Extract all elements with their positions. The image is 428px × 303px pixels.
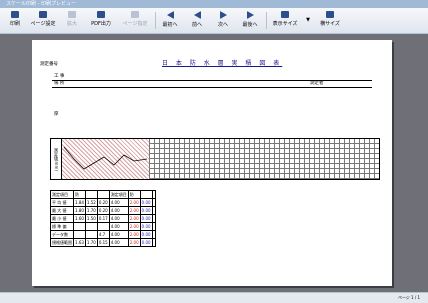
display-size-icon [281, 11, 289, 18]
first-page-button[interactable]: 最初へ [158, 9, 182, 32]
page-specify-button[interactable]: ページ指定 [118, 9, 152, 32]
window-title: スケール印刷 - 印刷プレビュー [0, 0, 428, 8]
printer-icon [11, 11, 19, 18]
display-size-button[interactable]: 表示サイズ [270, 9, 300, 32]
table-row: 規格値範囲 1.63 1.70 0.15 4.00 2.00 0.00 [50, 238, 156, 247]
thickness-label: 厚 [54, 112, 59, 117]
prev-page-label: 前へ [191, 22, 202, 28]
left-code: 測定番号 [40, 62, 58, 67]
pdf-output-label: PDF出力 [91, 21, 111, 27]
measurement-line [63, 146, 148, 170]
prev-page-button[interactable]: 前へ [186, 9, 208, 32]
toolbar-separator [155, 12, 156, 29]
zoom-icon [68, 11, 76, 18]
preview-area[interactable]: 測定番号 日 本 防 水 層 実 積 図 表 工 事 場 所 測定者 厚 測定値… [0, 34, 428, 292]
last-page-button[interactable]: 最後へ [238, 9, 262, 32]
width-size-icon [326, 11, 334, 18]
chevron-down-icon: ▼ [306, 17, 310, 23]
location-label: 場 所 [54, 81, 65, 86]
table-header: 防 [127, 190, 141, 199]
document-title: 日 本 防 水 層 実 積 図 表 [162, 60, 283, 67]
first-page-icon [166, 11, 174, 19]
prev-page-icon [193, 11, 201, 19]
width-size-label: 横サイズ [320, 21, 340, 27]
width-size-button[interactable]: 横サイズ [316, 9, 344, 32]
toolbar: 印刷 ページ設定 拡大 PDF出力 ページ指定 最初へ 前へ 次へ 最後へ 表示… [0, 8, 428, 34]
header-rule [52, 87, 372, 88]
thickness-legend: 厚 [50, 110, 150, 138]
table-row: データ数 4.7 4.00 2.00 0.00 [50, 230, 156, 239]
header-rule [52, 80, 372, 81]
next-page-button[interactable]: 次へ [212, 9, 234, 32]
page-specify-label: ページ指定 [122, 21, 148, 27]
first-page-label: 最初へ [162, 22, 178, 28]
table-row: 平 均 値 1.84 1.52 0.20 4.00 2.00 0.00 [50, 198, 156, 207]
print-label: 印刷 [9, 21, 20, 27]
table-header: 測定項目 [108, 190, 129, 199]
print-preview-window: スケール印刷 - 印刷プレビュー 印刷 ページ設定 拡大 PDF出力 ページ指定… [0, 0, 428, 303]
next-page-icon [219, 11, 227, 19]
measurer-label: 測定者 [310, 81, 324, 86]
pdf-icon [97, 11, 105, 18]
zoom-label: 拡大 [66, 21, 77, 27]
chart-axis-label: 測定値(mm) [51, 139, 62, 179]
toolbar-separator [266, 12, 267, 29]
zoom-button[interactable]: 拡大 [60, 9, 84, 32]
page-setup-button[interactable]: ページ設定 [28, 9, 58, 32]
next-page-label: 次へ [217, 22, 228, 28]
measurement-chart: 測定値(mm) [50, 138, 380, 180]
results-table: 測定項目 防 測定項目 防 平 均 値 1.84 1.52 0.20 4.00 … [50, 190, 156, 247]
page-setup-label: ページ設定 [30, 21, 56, 27]
construction-label: 工 事 [54, 74, 65, 79]
page-indicator: ページ 1 / 1 [397, 295, 420, 300]
last-page-label: 最後へ [242, 22, 258, 28]
preview-page: 測定番号 日 本 防 水 層 実 積 図 表 工 事 場 所 測定者 厚 測定値… [32, 40, 392, 286]
page-specify-icon [131, 11, 139, 18]
table-row: 最 大 値 1.80 1.70 0.20 4.00 2.00 0.00 [50, 206, 156, 215]
status-bar: ページ 1 / 1 [0, 292, 428, 303]
page-setup-icon [39, 11, 47, 18]
table-row: 標 準 偏 4.00 2.00 0.00 [50, 222, 156, 231]
pdf-output-button[interactable]: PDF出力 [86, 9, 116, 32]
table-header: 測定項目 [50, 190, 74, 199]
last-page-icon [246, 11, 254, 19]
table-header: 防 [73, 190, 86, 199]
chart-grid [149, 139, 379, 179]
display-size-dropdown[interactable]: ▼ [304, 9, 312, 32]
display-size-label: 表示サイズ [272, 21, 298, 27]
print-button[interactable]: 印刷 [4, 9, 26, 32]
table-row: 最 小 値 1.60 1.50 0.17 4.00 2.00 0.00 [50, 214, 156, 223]
